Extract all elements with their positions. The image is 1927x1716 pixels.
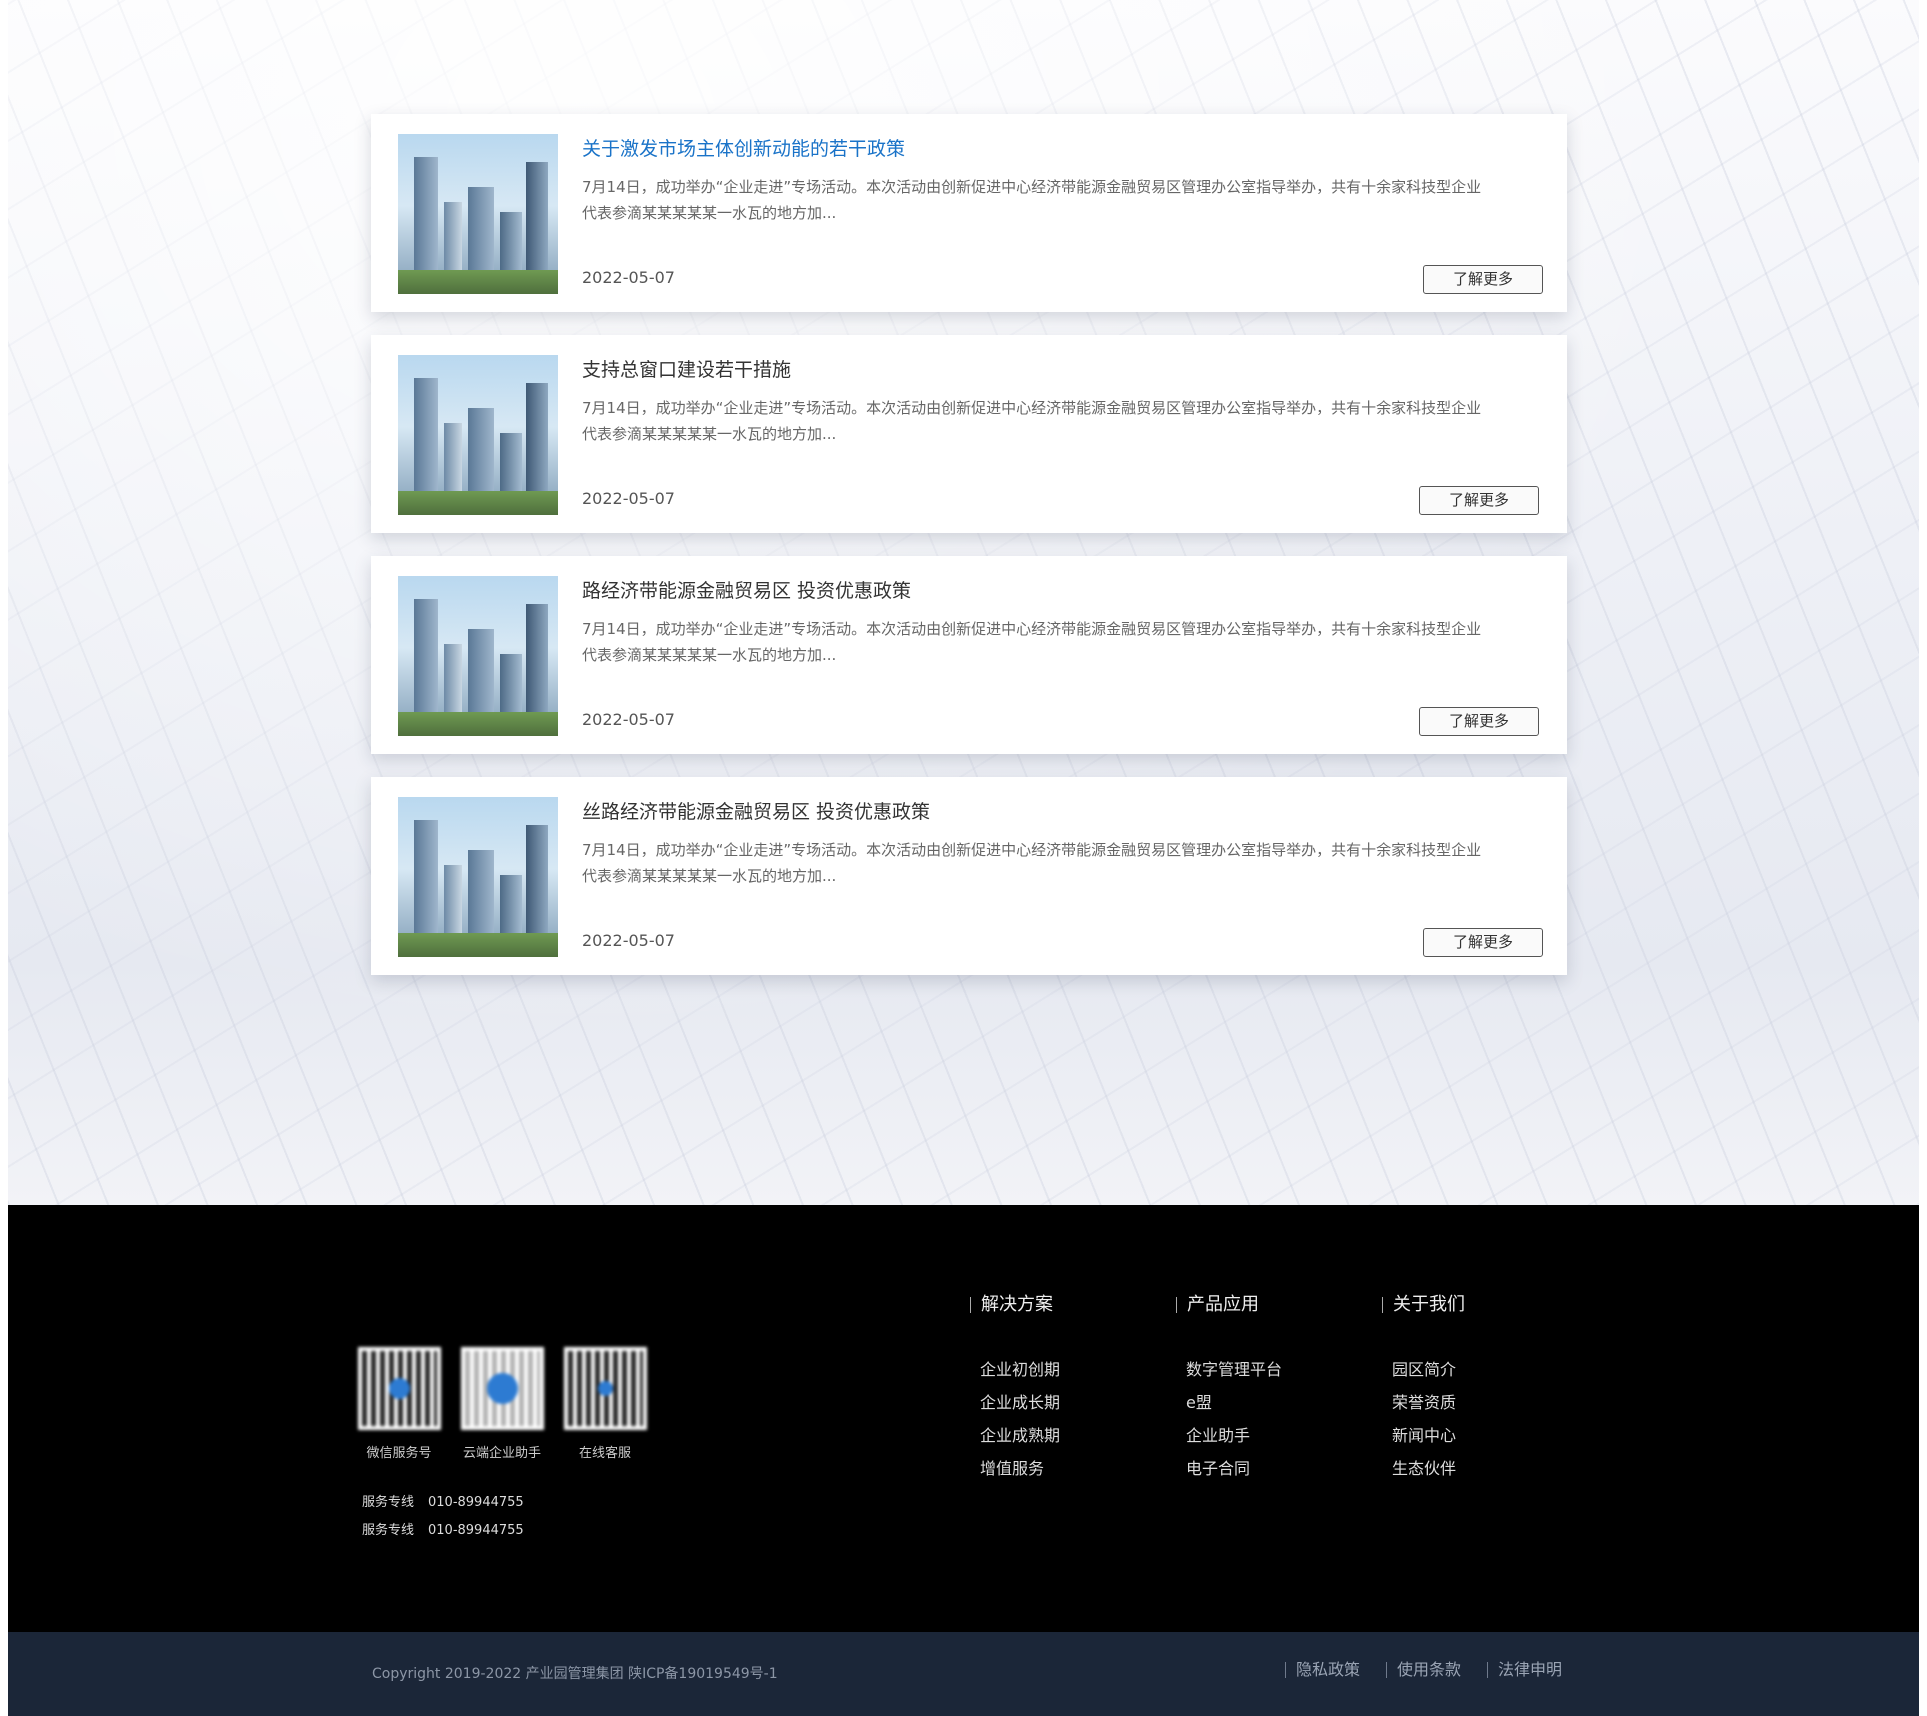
article-date: 2022-05-07 bbox=[582, 489, 675, 508]
service-hotline: 服务专线 010-89944755 bbox=[362, 1491, 524, 1510]
footer-link[interactable]: 园区简介 bbox=[1392, 1353, 1456, 1386]
hotline-number: 010-89944755 bbox=[428, 1523, 524, 1538]
footer-link[interactable]: 企业初创期 bbox=[980, 1353, 1060, 1386]
copyright-text: Copyright 2019-2022 产业园管理集团 陕ICP备1901954… bbox=[372, 1666, 778, 1682]
article-summary: 7月14日，成功举办“企业走进”专场活动。本次活动由创新促进中心经济带能源金融贸… bbox=[582, 399, 1482, 443]
hotline-label: 服务专线 bbox=[362, 1523, 415, 1538]
article-date: 2022-05-07 bbox=[582, 931, 675, 950]
article-summary: 7月14日，成功举办“企业走进”专场活动。本次活动由创新促进中心经济带能源金融贸… bbox=[582, 178, 1482, 222]
footer-link[interactable]: 新闻中心 bbox=[1392, 1419, 1456, 1452]
learn-more-button[interactable]: 了解更多 bbox=[1423, 928, 1543, 957]
footer-link[interactable]: 企业成长期 bbox=[980, 1386, 1060, 1419]
copyright-bar: Copyright 2019-2022 产业园管理集团 陕ICP备1901954… bbox=[8, 1632, 1919, 1716]
footer-column-title-products: 产品应用 bbox=[1176, 1296, 1259, 1314]
legal-notice-link[interactable]: 法律申明 bbox=[1487, 1662, 1562, 1678]
footer-link[interactable]: 企业助手 bbox=[1186, 1419, 1282, 1452]
support-qr-code bbox=[564, 1347, 647, 1430]
footer-link[interactable]: 增值服务 bbox=[980, 1452, 1060, 1485]
article-card[interactable]: 丝路经济带能源金融贸易区 投资优惠政策 7月14日，成功举办“企业走进”专场活动… bbox=[371, 777, 1567, 975]
footer-links-products: 数字管理平台 e盟 企业助手 电子合同 bbox=[1186, 1353, 1282, 1485]
article-title[interactable]: 关于激发市场主体创新动能的若干政策 bbox=[582, 134, 905, 161]
article-summary: 7月14日，成功举办“企业走进”专场活动。本次活动由创新促进中心经济带能源金融贸… bbox=[582, 841, 1482, 885]
learn-more-button[interactable]: 了解更多 bbox=[1419, 486, 1539, 515]
qr-label: 在线客服 bbox=[578, 1446, 631, 1461]
article-card[interactable]: 路经济带能源金融贸易区 投资优惠政策 7月14日，成功举办“企业走进”专场活动。… bbox=[371, 556, 1567, 754]
article-title[interactable]: 丝路经济带能源金融贸易区 投资优惠政策 bbox=[582, 797, 930, 824]
learn-more-button[interactable]: 了解更多 bbox=[1419, 707, 1539, 736]
footer-column-title-solutions: 解决方案 bbox=[970, 1296, 1053, 1314]
footer-link[interactable]: 生态伙伴 bbox=[1392, 1452, 1456, 1485]
qr-label: 云端企业助手 bbox=[462, 1446, 541, 1461]
privacy-policy-link[interactable]: 隐私政策 bbox=[1285, 1662, 1360, 1678]
footer-links-about: 园区简介 荣誉资质 新闻中心 生态伙伴 bbox=[1392, 1353, 1456, 1485]
footer-link[interactable]: 企业成熟期 bbox=[980, 1419, 1060, 1452]
article-card[interactable]: 关于激发市场主体创新动能的若干政策 7月14日，成功举办“企业走进”专场活动。本… bbox=[371, 114, 1567, 312]
service-hotline: 服务专线 010-89944755 bbox=[362, 1519, 524, 1538]
footer-link[interactable]: 荣誉资质 bbox=[1392, 1386, 1456, 1419]
footer-link[interactable]: 数字管理平台 bbox=[1186, 1353, 1282, 1386]
learn-more-button[interactable]: 了解更多 bbox=[1423, 265, 1543, 294]
article-title[interactable]: 路经济带能源金融贸易区 投资优惠政策 bbox=[582, 576, 911, 603]
article-thumbnail[interactable] bbox=[398, 797, 558, 957]
article-thumbnail[interactable] bbox=[398, 355, 558, 515]
site-footer: 微信服务号 云端企业助手 在线客服 服务专线 010-89944755 服务专线 0… bbox=[8, 1205, 1919, 1632]
article-date: 2022-05-07 bbox=[582, 710, 675, 729]
footer-link[interactable]: e盟 bbox=[1186, 1386, 1282, 1419]
hotline-number: 010-89944755 bbox=[428, 1495, 524, 1510]
terms-of-use-link[interactable]: 使用条款 bbox=[1386, 1662, 1461, 1678]
qr-label: 微信服务号 bbox=[366, 1446, 432, 1461]
footer-links-solutions: 企业初创期 企业成长期 企业成熟期 增值服务 bbox=[980, 1353, 1060, 1485]
footer-link[interactable]: 电子合同 bbox=[1186, 1452, 1282, 1485]
wechat-qr-code bbox=[358, 1347, 441, 1430]
article-thumbnail[interactable] bbox=[398, 576, 558, 736]
article-date: 2022-05-07 bbox=[582, 268, 675, 287]
article-summary: 7月14日，成功举办“企业走进”专场活动。本次活动由创新促进中心经济带能源金融贸… bbox=[582, 620, 1482, 664]
footer-column-title-about: 关于我们 bbox=[1382, 1296, 1465, 1314]
assistant-qr-code bbox=[461, 1347, 544, 1430]
article-thumbnail[interactable] bbox=[398, 134, 558, 294]
article-title[interactable]: 支持总窗口建设若干措施 bbox=[582, 355, 791, 382]
article-card[interactable]: 支持总窗口建设若干措施 7月14日，成功举办“企业走进”专场活动。本次活动由创新… bbox=[371, 335, 1567, 533]
hotline-label: 服务专线 bbox=[362, 1495, 415, 1510]
